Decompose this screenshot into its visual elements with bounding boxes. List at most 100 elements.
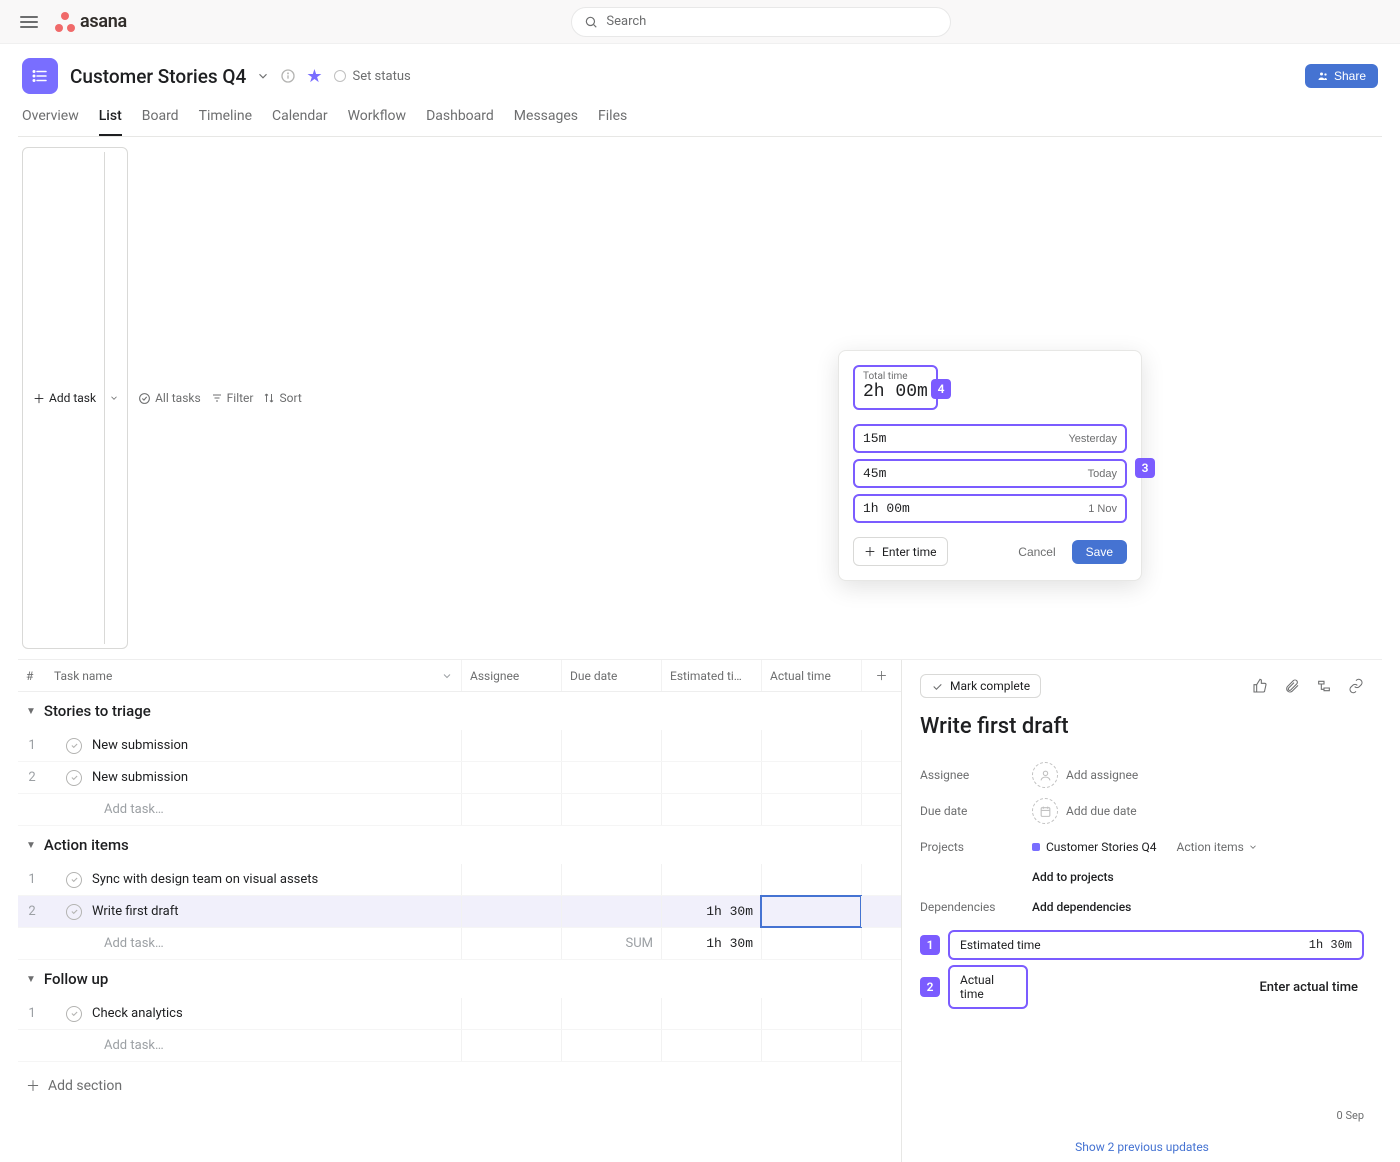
- section-toggle-icon: ▼: [26, 840, 36, 851]
- add-column-button[interactable]: ＋: [861, 660, 901, 691]
- project-title[interactable]: Customer Stories Q4: [70, 65, 246, 88]
- tab-dashboard[interactable]: Dashboard: [426, 108, 494, 136]
- complete-checkbox[interactable]: [66, 770, 82, 786]
- add-task-inline[interactable]: Add task…: [18, 794, 901, 826]
- task-detail-title[interactable]: Write first draft: [920, 714, 1364, 739]
- filter-button[interactable]: Filter: [211, 391, 254, 405]
- col-task-name[interactable]: Task name: [54, 669, 112, 683]
- add-due-date-button[interactable]: Add due date: [1032, 798, 1137, 824]
- est-time-cell[interactable]: 1h 30m: [661, 896, 761, 927]
- tab-timeline[interactable]: Timeline: [199, 108, 252, 136]
- time-entry[interactable]: 1h 00m 1 Nov: [853, 494, 1127, 523]
- plus-icon: ＋: [864, 543, 876, 560]
- task-row[interactable]: 1 New submission: [18, 730, 901, 762]
- annotation-badge-3: 3: [1135, 458, 1155, 478]
- add-task-button[interactable]: ＋ Add task: [22, 147, 128, 649]
- task-title: New submission: [92, 738, 188, 753]
- col-actual-time[interactable]: Actual time: [761, 660, 861, 691]
- est-time-label: Estimated time: [960, 938, 1041, 952]
- task-row[interactable]: 1 Sync with design team on visual assets: [18, 864, 901, 896]
- annotation-badge-2: 2: [920, 977, 940, 997]
- task-row[interactable]: 1 Check analytics: [18, 998, 901, 1030]
- search-input[interactable]: Search: [571, 7, 951, 37]
- tab-board[interactable]: Board: [142, 108, 179, 136]
- asana-logo[interactable]: asana: [54, 11, 127, 33]
- save-button[interactable]: Save: [1072, 540, 1127, 564]
- tab-workflow[interactable]: Workflow: [348, 108, 407, 136]
- project-section-select[interactable]: Action items: [1177, 840, 1258, 854]
- actual-time-cell[interactable]: [761, 896, 861, 927]
- col-est-time[interactable]: Estimated ti…: [661, 660, 761, 691]
- tab-calendar[interactable]: Calendar: [272, 108, 328, 136]
- add-dependencies-button[interactable]: Add dependencies: [1032, 900, 1131, 914]
- sum-label: SUM: [561, 928, 661, 959]
- star-icon[interactable]: ★: [306, 66, 322, 87]
- add-task-inline[interactable]: Add task…: [18, 1030, 901, 1062]
- mark-complete-button[interactable]: Mark complete: [920, 674, 1041, 698]
- share-button[interactable]: Share: [1305, 64, 1378, 88]
- check-circle-icon: [138, 392, 151, 405]
- col-due-date[interactable]: Due date: [561, 660, 661, 691]
- project-chip[interactable]: Customer Stories Q4: [1032, 840, 1157, 854]
- sort-button[interactable]: Sort: [263, 391, 301, 405]
- cancel-button[interactable]: Cancel: [1010, 540, 1063, 564]
- mark-complete-label: Mark complete: [950, 679, 1030, 693]
- show-previous-updates-link[interactable]: Show 2 previous updates: [902, 1140, 1382, 1154]
- time-entry-date: Today: [1088, 468, 1117, 480]
- dependencies-label: Dependencies: [920, 900, 1032, 914]
- sort-label: Sort: [279, 391, 301, 405]
- sum-value: 1h 30m: [661, 928, 761, 959]
- chevron-down-icon[interactable]: [256, 69, 270, 83]
- section-header[interactable]: ▼ Stories to triage: [18, 692, 901, 730]
- chevron-down-icon[interactable]: [441, 670, 453, 682]
- add-task-inline[interactable]: Add task… SUM 1h 30m: [18, 928, 901, 960]
- add-section-button[interactable]: ＋ Add section: [18, 1062, 901, 1110]
- all-tasks-filter[interactable]: All tasks: [138, 391, 201, 405]
- task-title: Write first draft: [92, 904, 178, 919]
- date-note: 0 Sep: [1337, 1109, 1364, 1122]
- total-time-box: Total time 2h 00m: [853, 365, 938, 410]
- like-icon[interactable]: [1252, 678, 1268, 694]
- time-entry[interactable]: 15m Yesterday: [853, 424, 1127, 453]
- set-status-button[interactable]: Set status: [334, 69, 410, 84]
- filter-icon: [211, 392, 223, 404]
- actual-time-label: Actual time: [960, 973, 1016, 1001]
- tab-overview[interactable]: Overview: [22, 108, 79, 136]
- plus-icon: ＋: [33, 390, 45, 407]
- subtask-icon[interactable]: [1316, 678, 1332, 694]
- add-task-dropdown[interactable]: [104, 152, 123, 644]
- tab-list[interactable]: List: [99, 108, 122, 136]
- add-assignee-button[interactable]: Add assignee: [1032, 762, 1138, 788]
- section-header[interactable]: ▼ Follow up: [18, 960, 901, 998]
- actual-time-field-label: Actual time: [948, 965, 1028, 1009]
- hamburger-menu-icon[interactable]: [20, 16, 38, 28]
- complete-checkbox[interactable]: [66, 904, 82, 920]
- tab-messages[interactable]: Messages: [514, 108, 578, 136]
- section-name: Follow up: [44, 970, 108, 988]
- time-entry-date: Yesterday: [1068, 433, 1117, 445]
- estimated-time-field[interactable]: Estimated time 1h 30m: [948, 930, 1364, 960]
- enter-actual-time-button[interactable]: Enter actual time: [1259, 980, 1364, 995]
- asana-logo-text: asana: [80, 11, 127, 32]
- attachment-icon[interactable]: [1284, 678, 1300, 694]
- task-row[interactable]: 2 New submission: [18, 762, 901, 794]
- complete-checkbox[interactable]: [66, 738, 82, 754]
- add-to-projects-button[interactable]: Add to projects: [1032, 870, 1114, 884]
- check-icon: [931, 680, 944, 693]
- info-icon[interactable]: [280, 68, 296, 84]
- col-assignee[interactable]: Assignee: [461, 660, 561, 691]
- row-number: 2: [18, 762, 46, 793]
- complete-checkbox[interactable]: [66, 872, 82, 888]
- time-entry-date: 1 Nov: [1088, 503, 1117, 515]
- complete-checkbox[interactable]: [66, 1006, 82, 1022]
- task-row-selected[interactable]: 2 Write first draft 1h 30m: [18, 896, 901, 928]
- tab-files[interactable]: Files: [598, 108, 627, 136]
- section-header[interactable]: ▼ Action items: [18, 826, 901, 864]
- link-icon[interactable]: [1348, 678, 1364, 694]
- enter-time-button[interactable]: ＋ Enter time: [853, 537, 948, 566]
- col-num: #: [18, 660, 46, 691]
- time-entry[interactable]: 45m Today: [853, 459, 1127, 488]
- person-icon: [1032, 762, 1058, 788]
- time-entry-amount: 1h 00m: [863, 501, 910, 516]
- due-date-label: Due date: [920, 804, 1032, 818]
